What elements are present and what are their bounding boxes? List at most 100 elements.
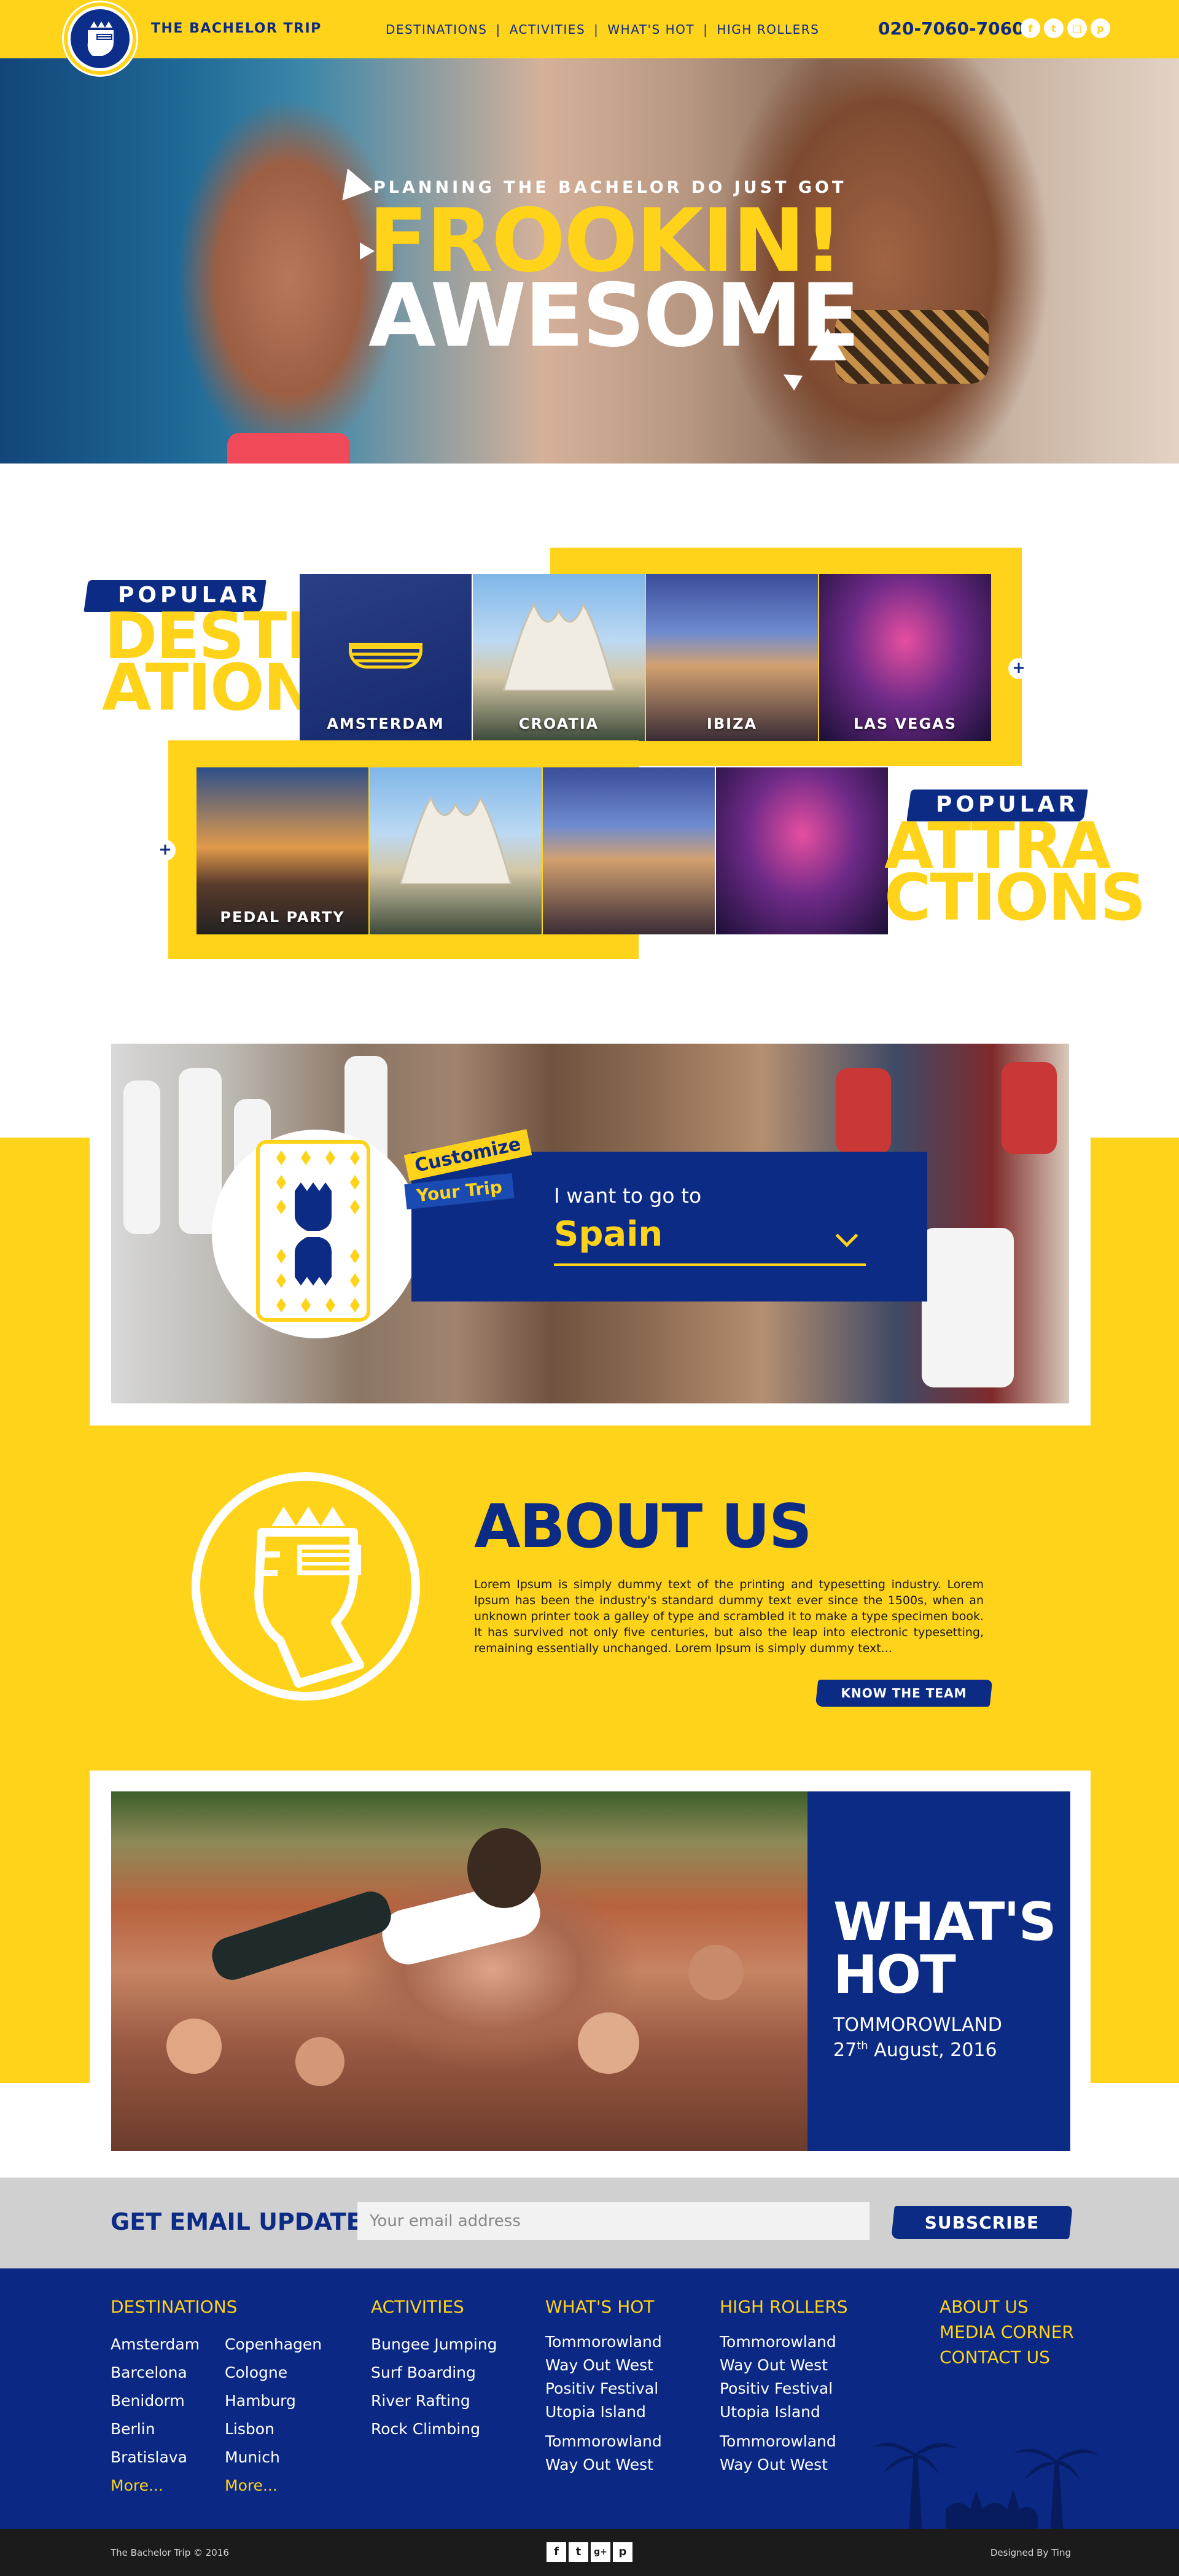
- nav-activities[interactable]: ACTIVITIES: [510, 22, 585, 37]
- whats-hot-title-2: HOT: [833, 1944, 956, 2006]
- email-signup-label: GET EMAIL UPDATE: [111, 2208, 362, 2235]
- photo-detail: [578, 2012, 639, 2074]
- brand-name[interactable]: THE BACHELOR TRIP: [151, 21, 322, 36]
- destination-picker-panel: I want to go to Spain: [411, 1152, 927, 1302]
- footer-link[interactable]: Utopia Island: [720, 2400, 848, 2424]
- footer-link[interactable]: Munich: [225, 2443, 322, 2472]
- footer-link[interactable]: Bratislava: [111, 2443, 225, 2472]
- footer-destination-column: Amsterdam Barcelona Benidorm Berlin Brat…: [111, 2330, 225, 2500]
- footer-media-corner-link[interactable]: MEDIA CORNER: [940, 2322, 1074, 2342]
- whats-hot-photo[interactable]: [111, 1791, 807, 2151]
- about-king-logo-icon: [192, 1472, 420, 1701]
- attraction-card[interactable]: [543, 767, 715, 934]
- footer-destination-columns: Amsterdam Barcelona Benidorm Berlin Brat…: [111, 2330, 322, 2500]
- google-plus-icon[interactable]: g+: [591, 2542, 610, 2562]
- footer-link[interactable]: River Rafting: [371, 2387, 497, 2415]
- footer-link[interactable]: Positiv Festival: [545, 2377, 662, 2400]
- nav-separator: |: [496, 22, 501, 37]
- footer-link[interactable]: Positiv Festival: [720, 2377, 848, 2400]
- footer-link[interactable]: Lisbon: [225, 2415, 322, 2443]
- footer-link[interactable]: Way Out West: [720, 2354, 848, 2377]
- hero-photo-detail: [835, 310, 989, 384]
- footer-link[interactable]: Way Out West: [545, 2453, 662, 2477]
- site-logo[interactable]: [64, 2, 136, 75]
- instagram-icon[interactable]: □: [1067, 18, 1087, 38]
- footer-link[interactable]: Copenhagen: [225, 2330, 322, 2359]
- pinterest-icon[interactable]: p: [1091, 18, 1110, 38]
- chevron-down-icon[interactable]: [835, 1224, 858, 1247]
- footer-link[interactable]: Cologne: [225, 2359, 322, 2387]
- footer-link[interactable]: Hamburg: [225, 2387, 322, 2415]
- footer-link[interactable]: Amsterdam: [111, 2330, 225, 2359]
- phone-number[interactable]: 020-7060-7060: [878, 18, 1024, 39]
- footer-link[interactable]: Tommorowland: [720, 2430, 848, 2453]
- palm-trees-silhouette-icon: [872, 2443, 1099, 2529]
- event-date: 27th August, 2016: [833, 2036, 1002, 2061]
- event-date-rest: August, 2016: [868, 2039, 997, 2061]
- designer-credit: Designed By Ting: [990, 2547, 1071, 2558]
- footer-destinations: DESTINATIONS Amsterdam Barcelona Benidor…: [111, 2297, 322, 2500]
- destination-label: AMSTERDAM: [327, 715, 445, 732]
- attraction-card[interactable]: [716, 767, 888, 934]
- footer-about-link[interactable]: ABOUT US: [940, 2297, 1074, 2317]
- nav-destinations[interactable]: DESTINATIONS: [386, 22, 487, 37]
- twitter-icon[interactable]: t: [569, 2542, 588, 2562]
- nav-high-rollers[interactable]: HIGH ROLLERS: [717, 22, 819, 37]
- footer-heading[interactable]: WHAT'S HOT: [545, 2297, 662, 2317]
- destination-card-amsterdam[interactable]: AMSTERDAM: [300, 574, 472, 741]
- destination-select[interactable]: Spain: [554, 1214, 663, 1254]
- whats-hot-title: WHAT'S HOT: [833, 1891, 1057, 2006]
- subscribe-button[interactable]: SUBSCRIBE: [891, 2206, 1073, 2239]
- footer-heading[interactable]: ACTIVITIES: [371, 2297, 497, 2317]
- know-the-team-label: KNOW THE TEAM: [841, 1686, 967, 1701]
- attractions-title-2: CTIONS: [884, 860, 1146, 935]
- footer-whats-hot: WHAT'S HOT Tommorowland Way Out West Pos…: [545, 2297, 662, 2477]
- footer-link[interactable]: Rock Climbing: [371, 2415, 497, 2443]
- footer-link[interactable]: Tommorowland: [545, 2430, 662, 2453]
- twitter-icon[interactable]: t: [1044, 18, 1064, 38]
- whats-hot-title-1: WHAT'S: [833, 1891, 1057, 1953]
- whats-hot-event[interactable]: TOMMOROWLAND 27th August, 2016: [833, 2015, 1002, 2061]
- nav-whats-hot[interactable]: WHAT'S HOT: [607, 22, 695, 37]
- destination-label: LAS VEGAS: [853, 715, 957, 732]
- copyright-text: The Bachelor Trip © 2016: [111, 2547, 229, 2558]
- photo-detail: [207, 1887, 396, 1985]
- photo-figure: [836, 1068, 891, 1154]
- know-the-team-button[interactable]: KNOW THE TEAM: [815, 1680, 993, 1707]
- footer-link[interactable]: Utopia Island: [545, 2400, 662, 2424]
- destination-card-ibiza[interactable]: IBIZA: [646, 574, 818, 741]
- whats-hot-panel: WHAT'S HOT TOMMOROWLAND 27th August, 201…: [807, 1791, 1070, 2151]
- more-attractions-button[interactable]: +: [155, 840, 176, 861]
- more-destinations-button[interactable]: +: [1008, 658, 1029, 679]
- footer-link[interactable]: Bungee Jumping: [371, 2330, 497, 2359]
- footer-heading[interactable]: HIGH ROLLERS: [720, 2297, 848, 2317]
- destination-picker-label: I want to go to: [554, 1184, 702, 1208]
- facebook-icon[interactable]: f: [1021, 18, 1040, 38]
- footer-link[interactable]: Way Out West: [720, 2453, 848, 2477]
- event-date-day: 27: [833, 2039, 857, 2061]
- destination-card-las-vegas[interactable]: LAS VEGAS: [819, 574, 991, 741]
- footer-heading[interactable]: DESTINATIONS: [111, 2297, 322, 2317]
- footer-link[interactable]: Surf Boarding: [371, 2359, 497, 2387]
- attraction-card[interactable]: [370, 767, 542, 934]
- footer-link[interactable]: Barcelona: [111, 2359, 225, 2387]
- footer-link[interactable]: Tommorowland: [720, 2330, 848, 2354]
- facebook-icon[interactable]: f: [547, 2542, 566, 2562]
- photo-detail: [295, 2037, 344, 2086]
- header-social-links: f t □ p: [1021, 18, 1110, 38]
- pinterest-icon[interactable]: p: [613, 2542, 632, 2562]
- footer-more-link[interactable]: More...: [111, 2472, 225, 2500]
- destination-card-croatia[interactable]: CROATIA: [473, 574, 645, 741]
- footer-link[interactable]: Tommorowland: [545, 2330, 662, 2354]
- attraction-label: PEDAL PARTY: [220, 909, 345, 926]
- footer-more-link[interactable]: More...: [225, 2472, 322, 2500]
- event-date-suffix: th: [857, 2039, 868, 2052]
- footer-contact-link[interactable]: CONTACT US: [940, 2347, 1074, 2367]
- attraction-card-pedal-party[interactable]: PEDAL PARTY: [196, 767, 368, 934]
- bottom-bar: The Bachelor Trip © 2016 f t g+ p Design…: [0, 2529, 1179, 2576]
- footer-link[interactable]: Benidorm: [111, 2387, 225, 2415]
- nav-separator: |: [594, 22, 599, 37]
- footer-link[interactable]: Berlin: [111, 2415, 225, 2443]
- footer-link[interactable]: Way Out West: [545, 2354, 662, 2377]
- email-input[interactable]: [357, 2202, 870, 2240]
